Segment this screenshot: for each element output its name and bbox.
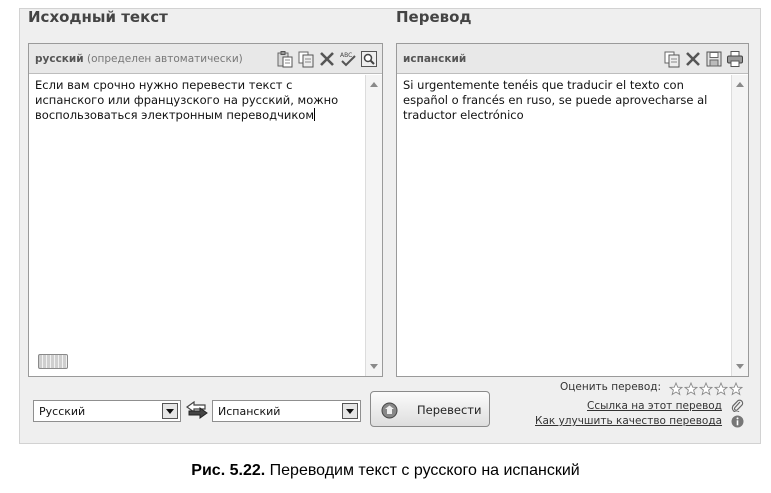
translate-icon [381, 402, 398, 419]
to-language-select[interactable]: Испанский [212, 400, 361, 422]
paste-icon[interactable] [276, 50, 294, 68]
figure-caption: Рис. 5.22. Переводим текст с русского на… [0, 462, 771, 480]
clear-icon[interactable] [684, 50, 702, 68]
rating-star-icon[interactable] [714, 382, 728, 396]
target-panel: испанский Si urgentemente tenéis que tra… [396, 43, 749, 377]
swap-languages-icon[interactable] [185, 399, 209, 421]
rating-star-icon[interactable] [684, 382, 698, 396]
improve-quality-link[interactable]: Как улучшить качество перевода [535, 415, 722, 427]
clear-icon[interactable] [318, 50, 336, 68]
spellcheck-icon[interactable]: ABC [339, 50, 357, 68]
rating-stars [669, 382, 743, 396]
save-icon[interactable] [705, 50, 723, 68]
copy-icon[interactable] [663, 50, 681, 68]
chevron-down-icon[interactable] [342, 403, 358, 419]
detected-hint: (определен автоматически) [87, 53, 243, 65]
text-caret [314, 108, 315, 121]
source-panel: русский (определен автоматически) ABC Ес… [28, 43, 383, 377]
paperclip-icon[interactable] [731, 399, 744, 412]
rate-translation-label: Оценить перевод: [560, 381, 662, 393]
target-toolbar [663, 50, 744, 68]
source-scrollbar[interactable] [365, 75, 382, 376]
translate-button-label: Перевести [417, 403, 482, 417]
info-icon[interactable] [731, 415, 744, 428]
rating-star-icon[interactable] [669, 382, 683, 396]
translate-button[interactable]: Перевести [370, 391, 490, 427]
scroll-down-icon[interactable] [370, 364, 378, 369]
from-language-value: Русский [39, 405, 86, 418]
figure-number: Рис. 5.22. [191, 462, 266, 479]
from-language-select[interactable]: Русский [33, 400, 181, 422]
scroll-up-icon[interactable] [370, 82, 378, 87]
target-text: Si urgentemente tenéis que traducir el t… [403, 78, 708, 122]
source-text: Если вам срочно нужно перевести текст с … [35, 78, 339, 122]
source-heading: Исходный текст [28, 8, 168, 26]
to-language-value: Испанский [218, 405, 281, 418]
target-panel-header: испанский [397, 44, 748, 74]
source-text-area[interactable]: Если вам срочно нужно перевести текст с … [29, 75, 365, 376]
figure-caption-text: Переводим текст с русского на испанский [269, 462, 580, 479]
print-icon[interactable] [726, 50, 744, 68]
zoom-icon[interactable] [360, 50, 378, 68]
source-panel-header: русский (определен автоматически) ABC [29, 44, 382, 74]
target-language-label: испанский [403, 53, 467, 65]
source-toolbar: ABC [276, 50, 378, 68]
copy-icon[interactable] [297, 50, 315, 68]
source-language-label: русский [35, 53, 84, 65]
target-scrollbar[interactable] [731, 75, 748, 376]
rating-star-icon[interactable] [729, 382, 743, 396]
svg-text:ABC: ABC [340, 52, 352, 59]
target-heading: Перевод [396, 8, 472, 26]
chevron-down-icon[interactable] [162, 403, 178, 419]
virtual-keyboard-icon[interactable] [38, 354, 68, 369]
rating-star-icon[interactable] [699, 382, 713, 396]
scroll-down-icon[interactable] [736, 364, 744, 369]
scroll-up-icon[interactable] [736, 82, 744, 87]
translation-link[interactable]: Ссылка на этот перевод [587, 400, 722, 412]
target-text-area[interactable]: Si urgentemente tenéis que traducir el t… [397, 75, 731, 376]
